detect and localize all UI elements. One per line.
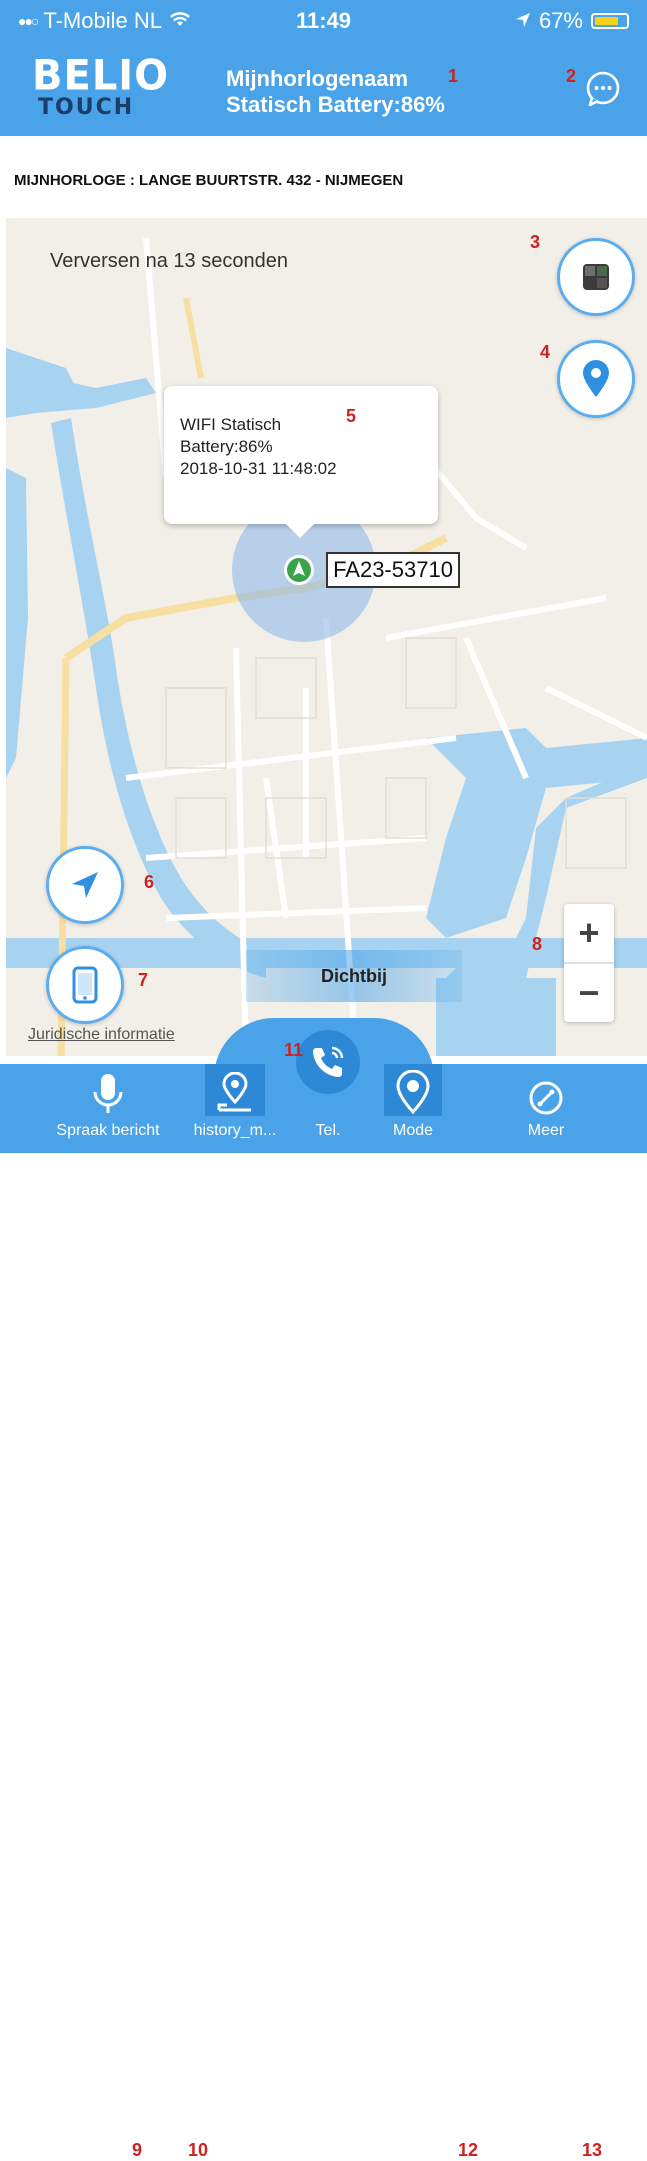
map-type-button[interactable] xyxy=(557,238,635,316)
device-info-popup: WIFI Statisch Battery:86% 2018-10-31 11:… xyxy=(164,386,438,538)
chat-button[interactable] xyxy=(584,70,622,108)
map-background xyxy=(6,237,647,1056)
battery-icon xyxy=(591,13,629,29)
more-icon xyxy=(529,1081,563,1115)
zoom-control: + − xyxy=(564,904,614,1022)
nearby-button[interactable]: Dichtbij xyxy=(246,950,462,1002)
chat-bubble-icon xyxy=(586,71,620,107)
app-header: BELIO TOUCH Mijnhorlogenaam Statisch Bat… xyxy=(0,42,647,136)
tab-more-label: Meer xyxy=(527,1122,565,1139)
tab-mode-label: Mode xyxy=(392,1122,434,1139)
location-mode-icon xyxy=(396,1070,430,1115)
navigation-arrow-icon xyxy=(72,872,98,898)
annotation-2: 2 xyxy=(566,66,577,86)
tab-voice-message[interactable]: Spraak bericht xyxy=(28,1064,188,1153)
phone-location-button[interactable] xyxy=(46,946,124,1024)
call-button[interactable] xyxy=(296,1030,360,1094)
annotation-9: 9 xyxy=(132,2140,143,2160)
annotation-8: 8 xyxy=(532,934,543,954)
phone-icon xyxy=(313,1046,344,1077)
annotation-7: 7 xyxy=(138,970,149,990)
annotation-10: 10 xyxy=(188,2140,209,2160)
tab-history-map-label: history_m... xyxy=(193,1122,277,1139)
annotation-13: 13 xyxy=(582,2140,603,2160)
tab-mode[interactable]: Mode xyxy=(376,1064,450,1153)
address-line: MIJNHORLOGE : LANGE BUURTSTR. 432 - NIJM… xyxy=(14,172,404,189)
annotation-1: 1 xyxy=(448,66,459,86)
status-bar: ●●○ T-Mobile NL 11:49 67% xyxy=(0,0,647,42)
my-location-button[interactable] xyxy=(46,846,124,924)
popup-line-timestamp: 2018-10-31 11:48:02 xyxy=(180,459,337,478)
legal-info-link[interactable]: Juridische informatie xyxy=(28,1026,175,1044)
belio-touch-logo: BELIO TOUCH xyxy=(32,51,170,124)
device-status: Statisch Battery:86% xyxy=(226,92,445,117)
tab-history-map[interactable]: history_m... xyxy=(180,1064,290,1153)
annotation-12: 12 xyxy=(458,2140,479,2160)
zoom-in-button[interactable]: + xyxy=(564,904,614,962)
device-id-label[interactable]: FA23-53710 xyxy=(326,552,460,588)
annotation-11: 11 xyxy=(284,1040,304,1060)
status-right: 67% xyxy=(515,8,629,34)
locate-device-button[interactable] xyxy=(557,340,635,418)
tab-phone-label: Tel. xyxy=(315,1122,341,1139)
tab-more[interactable]: Meer xyxy=(496,1064,596,1153)
microphone-icon xyxy=(93,1074,123,1113)
zoom-out-button[interactable]: − xyxy=(564,964,614,1022)
annotation-3: 3 xyxy=(530,232,541,252)
logo-line1: BELIO xyxy=(32,51,170,101)
smartphone-icon xyxy=(72,966,98,1004)
tab-voice-message-label: Spraak bericht xyxy=(56,1122,160,1139)
annotation-4: 4 xyxy=(540,342,551,362)
popup-line-mode: WIFI Statisch xyxy=(180,415,282,434)
header-device-info[interactable]: Mijnhorlogenaam Statisch Battery:86% xyxy=(226,66,445,118)
annotation-5: 5 xyxy=(346,406,357,426)
device-name: Mijnhorlogenaam xyxy=(226,66,409,91)
popup-tail xyxy=(286,524,314,538)
popup-line-battery: Battery:86% xyxy=(180,437,273,456)
annotation-6: 6 xyxy=(144,872,155,892)
refresh-countdown: Verversen na 13 seconden xyxy=(50,250,288,272)
location-arrow-icon xyxy=(515,8,531,34)
history-map-icon xyxy=(217,1072,251,1112)
satellite-map-icon xyxy=(583,264,609,290)
location-pin-icon xyxy=(583,360,609,397)
map-view[interactable]: Verversen na 13 seconden 3 4 WIFI Statis… xyxy=(6,218,647,1056)
battery-percent: 67% xyxy=(538,8,583,33)
